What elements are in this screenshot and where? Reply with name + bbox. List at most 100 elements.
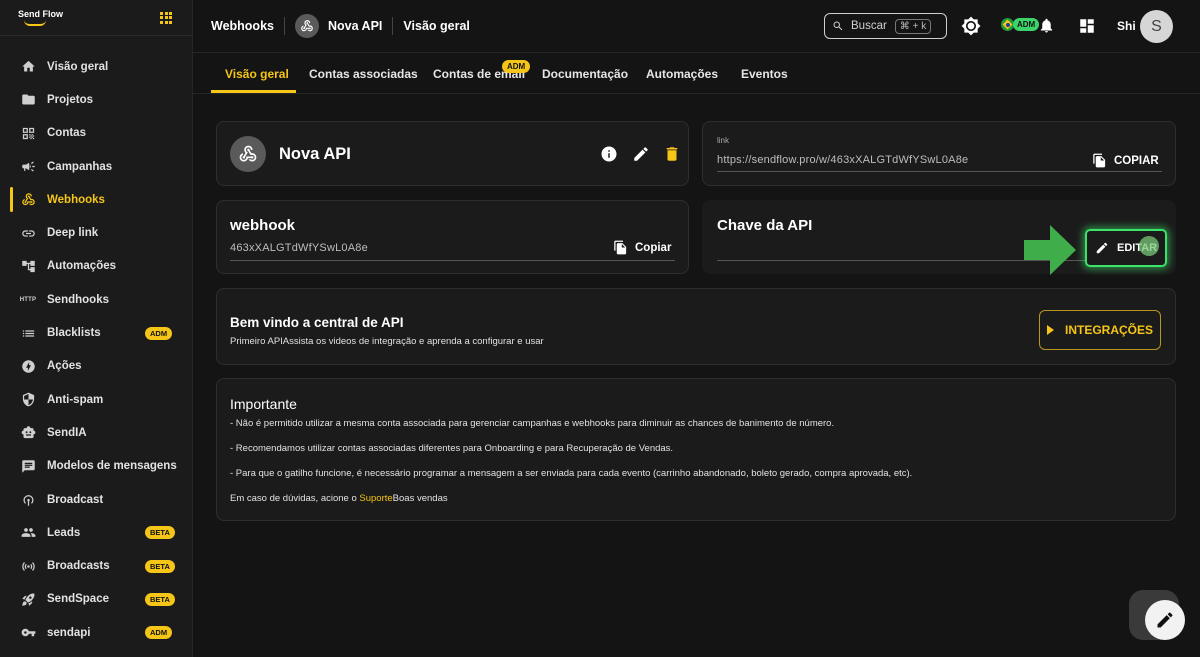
automation-icon (20, 258, 36, 274)
topbar: Webhooks Nova API Visão geral Buscar ⌘ +… (193, 0, 1200, 53)
webhook-id-value[interactable]: 463xXALGTdWfYSwL0A8e (230, 242, 368, 254)
arrow-right-icon (1024, 225, 1076, 275)
support-fab-button[interactable] (1145, 600, 1185, 640)
sidebar-item-label: Sendhooks (47, 293, 109, 306)
click-indicator (1139, 236, 1159, 256)
sidebar-item-acoes[interactable]: Ações (0, 350, 192, 383)
sidebar-item-sendia[interactable]: SendIA (0, 416, 192, 449)
welcome-card: Bem vindo a central de API Primeiro APIA… (216, 288, 1176, 365)
sidebar-item-campanhas[interactable]: Campanhas (0, 150, 192, 183)
sidebar-item-label: Contas (47, 127, 86, 140)
info-icon[interactable] (599, 144, 619, 164)
sendflow-logo[interactable]: Send Flow (18, 8, 63, 26)
key-icon (20, 625, 36, 641)
edit-icon[interactable] (631, 144, 651, 164)
sidebar-item-label: SendSpace (47, 593, 109, 606)
webhook-icon (294, 14, 319, 38)
suporte-link[interactable]: Suporte (359, 493, 392, 504)
adm-badge: ADM (145, 326, 173, 340)
avatar[interactable]: S (1140, 10, 1173, 43)
sidebar-item-sendapi[interactable]: sendapi ADM (0, 616, 192, 649)
sidebar-item-broadcast[interactable]: Broadcast (0, 483, 192, 516)
sidebar-item-projetos[interactable]: Projetos (0, 83, 192, 116)
app-root: Send Flow Visão geral Projetos Contas Ca… (0, 0, 1200, 657)
sidebar-item-leads[interactable]: Leads BETA (0, 516, 192, 549)
sidebar-item-label: Anti-spam (47, 393, 104, 406)
sidebar-item-label: Ações (47, 360, 82, 373)
integracoes-button[interactable]: INTEGRAÇÕES (1039, 310, 1161, 350)
list-icon (20, 325, 36, 341)
search-button[interactable]: Buscar ⌘ + k (824, 13, 947, 39)
help-line: Em caso de dúvidas, acione o SuporteBoas… (230, 493, 448, 504)
delete-icon[interactable] (662, 144, 682, 164)
webhook-title: webhook (230, 217, 296, 234)
link-card: link https://sendflow.pro/w/463xXALGTdWf… (702, 121, 1176, 186)
sidebar: Send Flow Visão geral Projetos Contas Ca… (0, 0, 193, 657)
pen-icon (1157, 612, 1173, 628)
link-underline (717, 171, 1162, 172)
sidebar-item-blacklists[interactable]: Blacklists ADM (0, 316, 192, 349)
sidebar-item-sendspace[interactable]: SendSpace BETA (0, 583, 192, 616)
active-tab-indicator (211, 90, 296, 93)
webhook-underline (230, 260, 675, 261)
logo-text: Send Flow (18, 8, 63, 19)
bell-icon[interactable] (1038, 17, 1055, 39)
edit-icon (1096, 242, 1108, 254)
important-line: - Para que o gatilho funcione, é necessá… (230, 468, 913, 479)
important-card: Importante - Não é permitido utilizar a … (216, 378, 1176, 521)
api-header-card: Nova API (216, 121, 689, 186)
sidebar-item-label: Visão geral (47, 60, 109, 73)
sidebar-item-label: Blacklists (47, 327, 101, 340)
copy-icon (614, 240, 627, 255)
dashboard-icon[interactable] (1078, 17, 1096, 40)
sidebar-item-sendhooks[interactable]: HTTP Sendhooks (0, 283, 192, 316)
adm-badge: ADM (502, 60, 531, 73)
megaphone-icon (20, 159, 36, 175)
welcome-subtitle: Primeiro APIAssista os videos de integra… (230, 336, 544, 347)
sidebar-item-modelos[interactable]: Modelos de mensagens (0, 450, 192, 483)
sidebar-item-contas[interactable]: Contas (0, 117, 192, 150)
important-line: - Recomendamos utilizar contas associada… (230, 443, 674, 454)
sidebar-nav: Visão geral Projetos Contas Campanhas We… (0, 36, 192, 649)
brand-bar: Send Flow (0, 0, 192, 36)
tab-automacoes[interactable]: Automações (646, 67, 718, 81)
sidebar-item-label: Broadcasts (47, 560, 110, 573)
breadcrumb-divider (392, 17, 394, 35)
adm-badge: ADM (145, 626, 173, 640)
breadcrumb-divider (283, 17, 285, 35)
tab-eventos[interactable]: Eventos (741, 67, 788, 81)
link-value[interactable]: https://sendflow.pro/w/463xXALGTdWfYSwL0… (717, 154, 968, 166)
sidebar-item-label: Webhooks (47, 193, 105, 206)
sidebar-item-label: Automações (47, 260, 117, 273)
people-icon (20, 525, 36, 541)
webhook-icon (20, 192, 36, 208)
sidebar-item-broadcasts[interactable]: Broadcasts BETA (0, 549, 192, 582)
copy-webhook-button[interactable]: Copiar (613, 240, 671, 255)
sidebar-item-visao-geral[interactable]: Visão geral (0, 50, 192, 83)
sidebar-item-deep-link[interactable]: Deep link (0, 216, 192, 249)
link-icon (20, 225, 36, 241)
breadcrumb-webhooks[interactable]: Webhooks (211, 19, 274, 33)
message-icon (20, 458, 36, 474)
tab-documentacao[interactable]: Documentação (542, 67, 628, 81)
tab-contas-associadas[interactable]: Contas associadas (309, 67, 418, 81)
apps-grid-icon[interactable] (160, 11, 172, 24)
sidebar-item-anti-spam[interactable]: Anti-spam (0, 383, 192, 416)
bolt-icon (20, 358, 36, 374)
sidebar-item-automacoes[interactable]: Automações (0, 250, 192, 283)
tab-visao-geral[interactable]: Visão geral (225, 67, 289, 81)
edit-api-key-button[interactable]: EDITAR (1085, 229, 1167, 267)
sidebar-item-webhooks[interactable]: Webhooks (0, 183, 192, 216)
copy-link-button[interactable]: COPIAR (1092, 153, 1159, 168)
api-title: Nova API (279, 145, 351, 163)
sidebar-item-label: Broadcast (47, 493, 104, 506)
copy-icon (1093, 153, 1106, 168)
theme-toggle-icon[interactable] (961, 16, 981, 41)
user-name[interactable]: Shi (1117, 19, 1136, 33)
sidebar-item-label: Campanhas (47, 160, 113, 173)
beta-badge: BETA (145, 592, 175, 606)
breadcrumb-api-name[interactable]: Nova API (328, 19, 382, 33)
webhook-icon (230, 136, 266, 172)
search-icon (833, 21, 843, 31)
important-line: - Não é permitido utilizar a mesma conta… (230, 418, 835, 429)
